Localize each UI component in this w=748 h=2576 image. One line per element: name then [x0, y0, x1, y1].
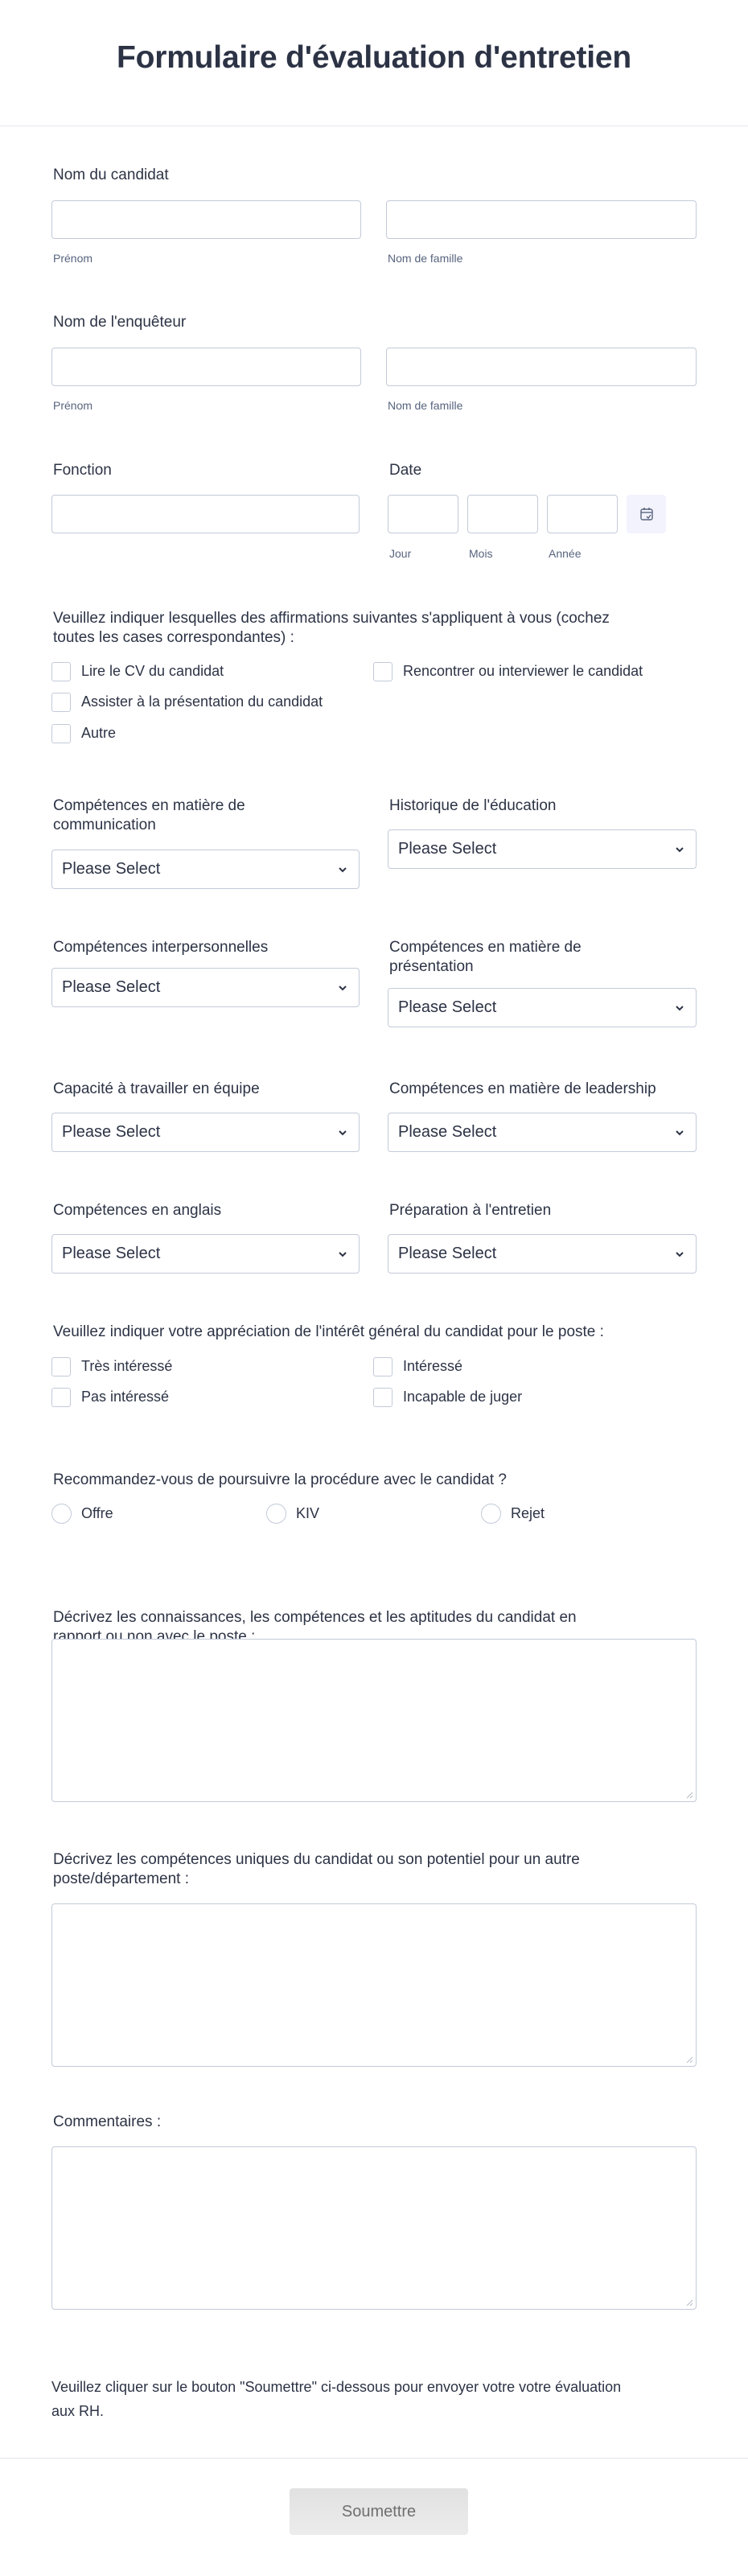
- chevron-down-icon: [676, 1130, 684, 1136]
- interest-option-label[interactable]: Intéressé: [403, 1358, 462, 1375]
- recommend-radio-reject[interactable]: [481, 1504, 501, 1524]
- interest-checkbox-1[interactable]: [51, 1357, 71, 1376]
- dropdown-label-presentation: Compétences en matière de présentation: [389, 939, 582, 975]
- interpersonal-skills-select[interactable]: Please Select: [51, 968, 360, 1007]
- statement-option-label[interactable]: Assister à la présentation du candidat: [81, 693, 323, 710]
- select-value: Please Select: [62, 1245, 161, 1262]
- recommend-option-label[interactable]: KIV: [296, 1505, 319, 1522]
- candidate-first-name-input[interactable]: [51, 200, 361, 239]
- submit-button[interactable]: Soumettre: [290, 2488, 468, 2535]
- select-value: Please Select: [398, 840, 497, 858]
- date-year-input[interactable]: [547, 495, 618, 533]
- comments-textarea[interactable]: [51, 2146, 697, 2310]
- interviewer-first-name-sublabel: Prénom: [53, 399, 93, 412]
- interest-checkbox-3[interactable]: [51, 1388, 71, 1407]
- date-day-input[interactable]: [388, 495, 458, 533]
- statement-checkbox-1[interactable]: [51, 662, 71, 681]
- presentation-skills-select[interactable]: Please Select: [388, 988, 697, 1027]
- recommend-option-label[interactable]: Offre: [81, 1505, 113, 1522]
- comments-label: Commentaires :: [53, 2113, 162, 2130]
- select-value: Please Select: [398, 1123, 497, 1141]
- dropdown-label-leadership: Compétences en matière de leadership: [389, 1080, 656, 1097]
- chevron-down-icon: [676, 1252, 684, 1257]
- unique-skills-textarea[interactable]: [51, 1903, 697, 2067]
- education-history-select[interactable]: Please Select: [388, 829, 697, 869]
- chevron-down-icon: [339, 867, 347, 873]
- date-year-sublabel: Année: [549, 547, 582, 560]
- interest-checkbox-4[interactable]: [373, 1388, 392, 1407]
- interviewer-name-label: Nom de l'enquêteur: [53, 314, 187, 331]
- page-title: Formulaire d'évaluation d'entretien: [116, 40, 631, 75]
- dropdown-label-communication: Compétences en matière de communication: [53, 797, 245, 833]
- interest-option-label[interactable]: Pas intéressé: [81, 1389, 169, 1405]
- footer-divider: [0, 2458, 748, 2459]
- statement-option-label[interactable]: Rencontrer ou interviewer le candidat: [403, 663, 643, 680]
- date-day-sublabel: Jour: [389, 547, 412, 560]
- interview-preparation-select[interactable]: Please Select: [388, 1234, 697, 1274]
- chevron-down-icon: [339, 1252, 347, 1257]
- select-value: Please Select: [62, 1123, 161, 1141]
- select-value: Please Select: [62, 978, 161, 996]
- chevron-down-icon: [339, 986, 347, 991]
- leadership-skills-select[interactable]: Please Select: [388, 1113, 697, 1152]
- dropdown-label-english: Compétences en anglais: [53, 1202, 222, 1219]
- dropdown-label-education: Historique de l'éducation: [389, 797, 557, 814]
- function-label: Fonction: [53, 462, 112, 479]
- resize-grip-icon[interactable]: [685, 2055, 693, 2064]
- interviewer-last-name-input[interactable]: [386, 348, 697, 386]
- candidate-name-label: Nom du candidat: [53, 167, 169, 183]
- dropdown-label-interpersonal: Compétences interpersonnelles: [53, 939, 269, 956]
- date-picker-button[interactable]: [627, 495, 666, 533]
- dropdown-label-preparation: Préparation à l'entretien: [389, 1202, 552, 1219]
- select-value: Please Select: [398, 998, 497, 1016]
- submit-instructions: Veuillez cliquer sur le bouton "Soumettr…: [51, 2379, 622, 2419]
- recommend-radio-kiv[interactable]: [266, 1504, 286, 1524]
- resize-grip-icon[interactable]: [685, 2298, 693, 2306]
- calendar-check-icon: [639, 508, 653, 521]
- resize-grip-icon[interactable]: [685, 1791, 693, 1799]
- candidate-first-name-sublabel: Prénom: [53, 252, 93, 265]
- function-input[interactable]: [51, 495, 360, 533]
- statement-checkbox-2[interactable]: [373, 662, 392, 681]
- date-month-input[interactable]: [467, 495, 538, 533]
- english-skills-select[interactable]: Please Select: [51, 1234, 360, 1274]
- candidate-last-name-sublabel: Nom de famille: [388, 252, 463, 265]
- chevron-down-icon: [676, 1006, 684, 1011]
- statement-checkbox-4[interactable]: [51, 724, 71, 743]
- chevron-down-icon: [339, 1130, 347, 1136]
- statement-checkbox-3[interactable]: [51, 693, 71, 712]
- statement-option-label[interactable]: Autre: [81, 725, 116, 742]
- date-label: Date: [389, 462, 422, 479]
- teamwork-select[interactable]: Please Select: [51, 1113, 360, 1152]
- recommend-option-label[interactable]: Rejet: [511, 1505, 545, 1522]
- interest-question: Veuillez indiquer votre appréciation de …: [53, 1323, 604, 1340]
- select-value: Please Select: [398, 1245, 497, 1262]
- interest-checkbox-2[interactable]: [373, 1357, 392, 1376]
- interest-option-label[interactable]: Très intéressé: [81, 1358, 172, 1375]
- candidate-last-name-input[interactable]: [386, 200, 697, 239]
- interest-option-label[interactable]: Incapable de juger: [403, 1389, 522, 1405]
- recommend-question: Recommandez-vous de poursuivre la procéd…: [53, 1471, 507, 1488]
- select-value: Please Select: [62, 860, 161, 878]
- statement-option-label[interactable]: Lire le CV du candidat: [81, 663, 224, 680]
- interviewer-last-name-sublabel: Nom de famille: [388, 399, 463, 412]
- date-month-sublabel: Mois: [469, 547, 493, 560]
- unique-skills-label: Décrivez les compétences uniques du cand…: [53, 1851, 580, 1887]
- recommend-radio-offer[interactable]: [51, 1504, 72, 1524]
- statements-question: Veuillez indiquer lesquelles des affirma…: [53, 610, 610, 646]
- knowledge-skills-textarea[interactable]: [51, 1639, 697, 1802]
- dropdown-label-teamwork: Capacité à travailler en équipe: [53, 1080, 260, 1097]
- interviewer-first-name-input[interactable]: [51, 348, 361, 386]
- chevron-down-icon: [676, 847, 684, 853]
- communication-skills-select[interactable]: Please Select: [51, 850, 360, 889]
